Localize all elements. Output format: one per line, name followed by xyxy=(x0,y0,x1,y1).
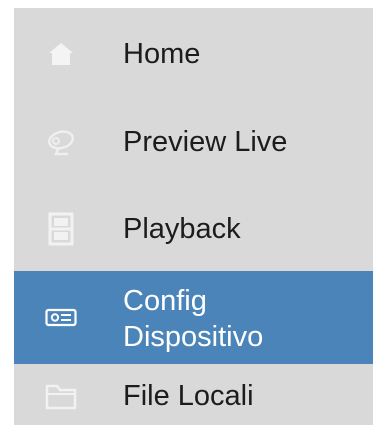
folder-icon xyxy=(44,379,78,413)
menu-item-label: Config Dispositivo xyxy=(123,285,264,353)
menu-item-label: Preview Live xyxy=(123,126,288,158)
menu-item-label: Playback xyxy=(123,213,241,245)
navigation-drawer: Home Preview Live Playback Config Dispos… xyxy=(14,8,373,425)
menu-item-file-locali[interactable]: File Locali xyxy=(14,367,373,425)
menu-item-preview-live[interactable]: Preview Live xyxy=(14,110,373,174)
menu-item-label: File Locali xyxy=(123,380,254,412)
home-icon xyxy=(44,37,78,71)
menu-item-config-dispositivo[interactable]: Config Dispositivo xyxy=(14,271,373,364)
menu-item-label: Home xyxy=(123,38,201,70)
device-icon xyxy=(44,301,78,335)
menu-item-playback[interactable]: Playback xyxy=(14,194,373,264)
menu-item-home[interactable]: Home xyxy=(14,24,373,84)
playback-icon xyxy=(44,212,78,246)
camera-icon xyxy=(44,125,78,159)
